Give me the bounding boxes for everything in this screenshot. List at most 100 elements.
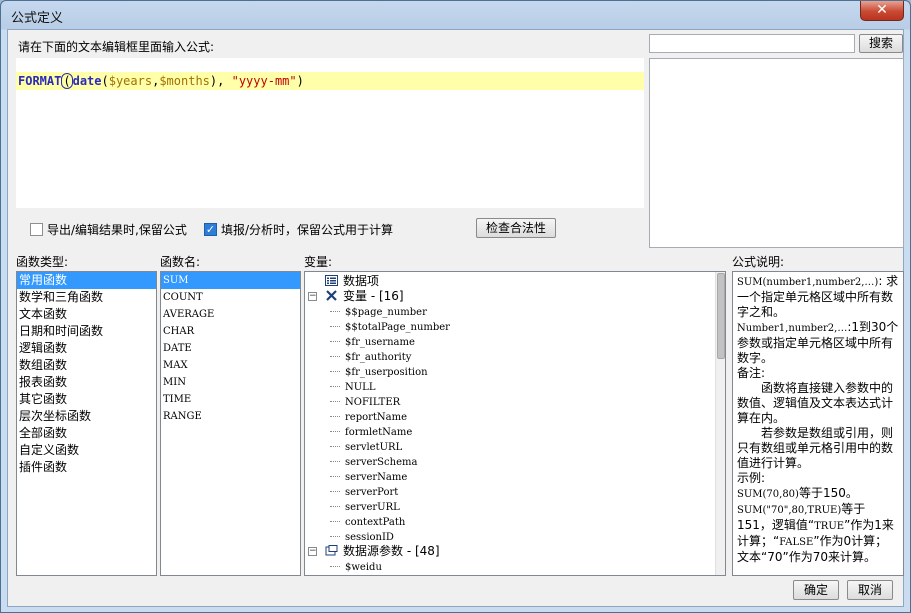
tree-leaf-datasource-param[interactable]: $weidu xyxy=(305,559,725,574)
tree-leaf-variable[interactable]: servletURL xyxy=(305,439,725,454)
export-keep-formula-checkbox[interactable] xyxy=(30,223,43,236)
tree-leaf-label: serverName xyxy=(345,472,408,483)
description-note-1: 函数将直接键入参数中的数值、逻辑值及文本表达式计算在内。 xyxy=(737,381,894,425)
search-input[interactable] xyxy=(649,34,855,53)
title-bar[interactable]: 公式定义 ✕ xyxy=(1,1,910,29)
tree-leaf-label: servletURL xyxy=(345,442,403,453)
formula-editor[interactable]: FORMAT(date($years,$months), "yyyy-mm") xyxy=(16,58,644,208)
tree-leaf-variable[interactable]: formletName xyxy=(305,424,725,439)
fill-keep-formula-option[interactable]: ✓ 填报/分析时，保留公式用于计算 xyxy=(204,221,393,238)
tree-connector xyxy=(330,461,340,462)
formula-arg-years: $years xyxy=(108,74,153,88)
tree-leaf-label: contextPath xyxy=(345,517,406,528)
function-name-item[interactable]: SUM xyxy=(161,272,300,289)
tree-connector xyxy=(330,356,340,357)
formula-arg-pattern: "yyyy-mm" xyxy=(231,74,297,88)
search-results-list[interactable] xyxy=(649,58,904,248)
variables-tree[interactable]: 数据项 − 变量 - [16] $$page_number $$totalPag… xyxy=(304,271,726,576)
tree-leaf-variable[interactable]: serverSchema xyxy=(305,454,725,469)
datasource-param-icon xyxy=(325,545,338,556)
function-names-list[interactable]: SUM COUNT AVERAGE CHAR DATE MAX MIN TIME… xyxy=(160,271,301,576)
formula-space xyxy=(224,74,231,88)
check-icon: ✓ xyxy=(205,223,216,236)
tree-leaf-label: serverURL xyxy=(345,502,400,513)
function-type-item[interactable]: 插件函数 xyxy=(17,459,156,476)
function-type-item[interactable]: 全部函数 xyxy=(17,425,156,442)
tree-leaf-label: NOFILTER xyxy=(345,397,401,408)
export-keep-formula-option[interactable]: 导出/编辑结果时,保留公式 xyxy=(30,221,187,238)
tree-leaf-variable[interactable]: serverURL xyxy=(305,499,725,514)
function-type-item[interactable]: 报表函数 xyxy=(17,374,156,391)
description-example-2-true: TRUE xyxy=(814,521,845,532)
description-syntax: SUM(number1,number2,…): 求一个指定单元格区域中所有数字之… xyxy=(737,274,899,320)
tree-leaf-variable[interactable]: reportName xyxy=(305,409,725,424)
tree-leaf-variable[interactable]: $fr_username xyxy=(305,334,725,349)
function-name-item[interactable]: TIME xyxy=(161,391,300,408)
cancel-button[interactable]: 取消 xyxy=(847,580,893,600)
collapse-icon[interactable]: − xyxy=(308,292,317,301)
tree-leaf-label: serverSchema xyxy=(345,457,418,468)
tree-leaf-variable[interactable]: serverName xyxy=(305,469,725,484)
tree-leaf-variable[interactable]: contextPath xyxy=(305,514,725,529)
tree-connector xyxy=(330,506,340,507)
tree-node-label: 数据项 xyxy=(343,274,380,288)
variable-group-icon xyxy=(326,290,337,301)
function-type-item[interactable]: 数组函数 xyxy=(17,357,156,374)
tree-node-datasource-params[interactable]: − 数据源参数 - [48] xyxy=(305,544,725,559)
description-example-2: SUM("70",80,TRUE)等于151，逻辑值“TRUE”作为1来计算；“… xyxy=(737,502,899,565)
function-name-item[interactable]: AVERAGE xyxy=(161,306,300,323)
function-name-item[interactable]: CHAR xyxy=(161,323,300,340)
tree-leaf-variable[interactable]: sessionID xyxy=(305,529,725,544)
dialog-title: 公式定义 xyxy=(11,11,64,26)
search-button[interactable]: 搜索 xyxy=(859,34,903,53)
function-type-item[interactable]: 常用函数 xyxy=(17,272,156,289)
formula-paren-open: ( xyxy=(61,73,73,89)
function-name-item[interactable]: MAX xyxy=(161,357,300,374)
tree-leaf-variable[interactable]: $$totalPage_number xyxy=(305,319,725,334)
tree-leaf-variable[interactable]: NULL xyxy=(305,379,725,394)
function-name-item[interactable]: COUNT xyxy=(161,289,300,306)
collapse-icon[interactable]: − xyxy=(308,547,317,556)
tree-connector xyxy=(330,566,340,567)
tree-connector xyxy=(330,401,340,402)
description-example-2-code: SUM("70",80,TRUE) xyxy=(737,505,842,516)
description-syntax-code: SUM(number1,number2,…) xyxy=(737,277,879,288)
close-button[interactable]: ✕ xyxy=(860,1,904,21)
scrollbar-thumb[interactable] xyxy=(717,273,725,359)
tree-node-data-item[interactable]: 数据项 xyxy=(305,274,725,289)
function-type-item[interactable]: 自定义函数 xyxy=(17,442,156,459)
data-item-icon xyxy=(325,275,338,286)
function-types-label: 函数类型: xyxy=(16,255,69,269)
tree-connector xyxy=(330,311,340,312)
tree-leaf-variable[interactable]: $$page_number xyxy=(305,304,725,319)
function-name-item[interactable]: RANGE xyxy=(161,408,300,425)
formula-arg-months: $months xyxy=(159,74,210,88)
function-type-item[interactable]: 文本函数 xyxy=(17,306,156,323)
function-type-item[interactable]: 其它函数 xyxy=(17,391,156,408)
function-type-item[interactable]: 数学和三角函数 xyxy=(17,289,156,306)
function-name-item[interactable]: MIN xyxy=(161,374,300,391)
description-example-1-code: SUM(70,80) xyxy=(737,489,799,500)
tree-connector xyxy=(330,521,340,522)
function-type-item[interactable]: 逻辑函数 xyxy=(17,340,156,357)
formula-fn-outer: FORMAT xyxy=(18,74,62,88)
formula-line[interactable]: FORMAT(date($years,$months), "yyyy-mm") xyxy=(16,72,644,90)
tree-node-variables[interactable]: − 变量 - [16] xyxy=(305,289,725,304)
ok-button[interactable]: 确定 xyxy=(793,580,839,600)
variables-label: 变量: xyxy=(304,255,333,269)
description-example-label: 示例: xyxy=(737,471,766,485)
tree-leaf-variable[interactable]: serverPort xyxy=(305,484,725,499)
variables-scrollbar[interactable] xyxy=(715,272,725,575)
tree-leaf-label: $$totalPage_number xyxy=(345,322,450,333)
function-types-list[interactable]: 常用函数 数学和三角函数 文本函数 日期和时间函数 逻辑函数 数组函数 报表函数… xyxy=(16,271,157,576)
check-validity-button[interactable]: 检查合法性 xyxy=(476,218,556,238)
tree-connector xyxy=(330,416,340,417)
tree-leaf-variable[interactable]: $fr_userposition xyxy=(305,364,725,379)
function-name-item[interactable]: DATE xyxy=(161,340,300,357)
fill-keep-formula-checkbox[interactable]: ✓ xyxy=(204,223,217,236)
function-type-item[interactable]: 层次坐标函数 xyxy=(17,408,156,425)
tree-connector xyxy=(330,371,340,372)
tree-leaf-variable[interactable]: NOFILTER xyxy=(305,394,725,409)
function-type-item[interactable]: 日期和时间函数 xyxy=(17,323,156,340)
tree-leaf-variable[interactable]: $fr_authority xyxy=(305,349,725,364)
